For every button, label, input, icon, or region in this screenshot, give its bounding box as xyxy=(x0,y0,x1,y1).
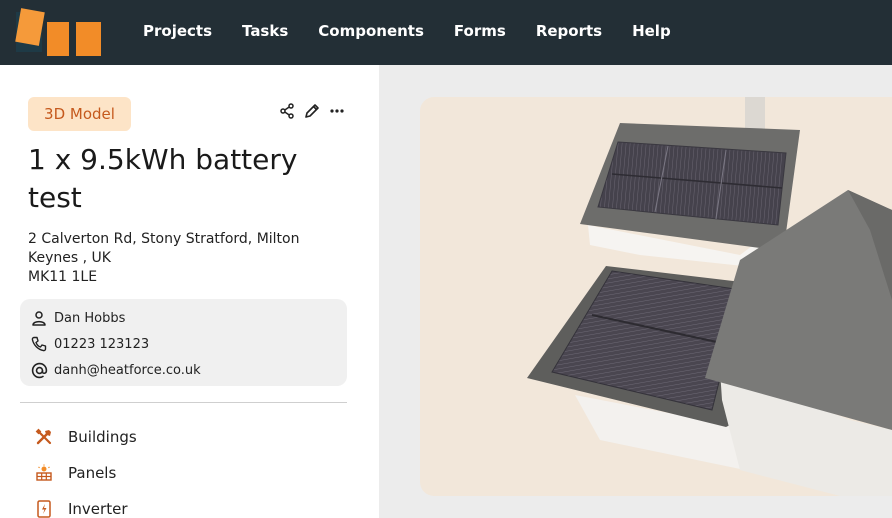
project-sidebar: 3D Model 1 x 9.5kWh battery test 2 Calve… xyxy=(0,65,379,518)
view-type-badge: 3D Model xyxy=(28,97,131,131)
menu-item-label: Buildings xyxy=(68,428,137,446)
phone-icon xyxy=(30,335,48,353)
nav-tasks[interactable]: Tasks xyxy=(242,22,288,40)
edit-button[interactable] xyxy=(303,101,321,121)
share-button[interactable] xyxy=(278,101,296,121)
nav-help[interactable]: Help xyxy=(632,22,671,40)
contact-name: Dan Hobbs xyxy=(54,310,126,326)
contact-card: Dan Hobbs 01223 123123 danh@heatforce.co… xyxy=(20,299,347,386)
contact-email-row: danh@heatforce.co.uk xyxy=(20,357,347,383)
contact-phone[interactable]: 01223 123123 xyxy=(54,337,149,352)
more-horizontal-icon xyxy=(330,109,344,113)
share-icon xyxy=(280,103,294,119)
nav-reports[interactable]: Reports xyxy=(536,22,602,40)
contact-email[interactable]: danh@heatforce.co.uk xyxy=(54,363,201,378)
main-nav: Projects Tasks Components Forms Reports … xyxy=(143,0,701,62)
address-line: MK11 1LE xyxy=(28,269,98,285)
address-line: Keynes , UK xyxy=(28,250,111,266)
menu-item-buildings[interactable]: Buildings xyxy=(34,419,137,455)
nav-forms[interactable]: Forms xyxy=(454,22,506,40)
pencil-icon xyxy=(305,104,319,118)
project-menu: Buildings Panels Inverter xyxy=(34,419,137,518)
menu-item-panels[interactable]: Panels xyxy=(34,455,137,491)
nav-components[interactable]: Components xyxy=(318,22,424,40)
more-options-button[interactable] xyxy=(328,101,346,121)
building-3d-render xyxy=(527,97,892,496)
top-navbar: Projects Tasks Components Forms Reports … xyxy=(0,0,892,65)
contact-phone-row: 01223 123123 xyxy=(20,331,347,357)
contact-name-row: Dan Hobbs xyxy=(20,305,347,331)
project-title: 1 x 9.5kWh battery test xyxy=(28,143,298,214)
project-actions xyxy=(278,101,353,121)
project-address: 2 Calverton Rd, Stony Stratford, Milton … xyxy=(28,230,328,287)
tools-icon xyxy=(34,427,54,447)
menu-item-inverter[interactable]: Inverter xyxy=(34,491,137,518)
nav-projects[interactable]: Projects xyxy=(143,22,212,40)
section-divider xyxy=(20,402,347,403)
menu-item-label: Inverter xyxy=(68,500,128,518)
address-line: 2 Calverton Rd, Stony Stratford, Milton xyxy=(28,231,300,247)
menu-item-label: Panels xyxy=(68,464,117,482)
solar-panel-icon xyxy=(34,463,54,483)
person-icon xyxy=(30,309,48,327)
inverter-icon xyxy=(34,499,54,518)
at-sign-icon xyxy=(30,361,48,379)
app-logo[interactable] xyxy=(14,8,104,58)
3d-model-viewer[interactable] xyxy=(420,97,892,496)
